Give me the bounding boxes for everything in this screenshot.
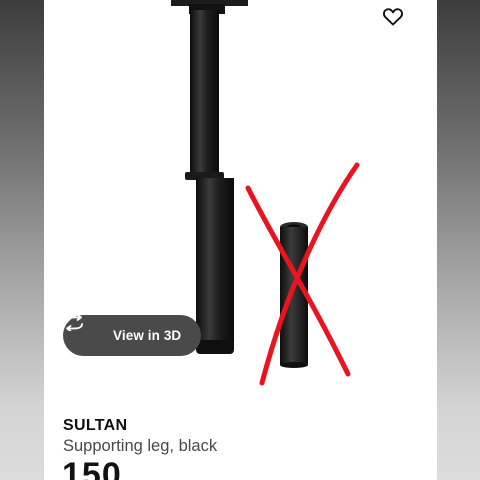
heart-icon xyxy=(383,8,403,26)
product-image[interactable]: View in 3D xyxy=(44,0,437,395)
cross-out-stroke xyxy=(259,162,360,386)
product-name[interactable]: SULTAN xyxy=(63,417,127,435)
product-card[interactable]: View in 3D SULTAN Supporting leg, black … xyxy=(44,0,437,480)
favourite-button[interactable] xyxy=(383,8,411,36)
small-leg xyxy=(280,227,308,365)
product-description: Supporting leg, black xyxy=(63,437,218,455)
rotate-3d-icon xyxy=(65,315,103,346)
view-in-3d-button[interactable]: View in 3D xyxy=(63,315,201,356)
lower-tube xyxy=(196,178,234,343)
view-in-3d-label: View in 3D xyxy=(113,328,182,343)
product-price: 150 xyxy=(62,456,122,480)
leg-foot xyxy=(196,340,234,354)
upper-tube xyxy=(190,10,219,175)
